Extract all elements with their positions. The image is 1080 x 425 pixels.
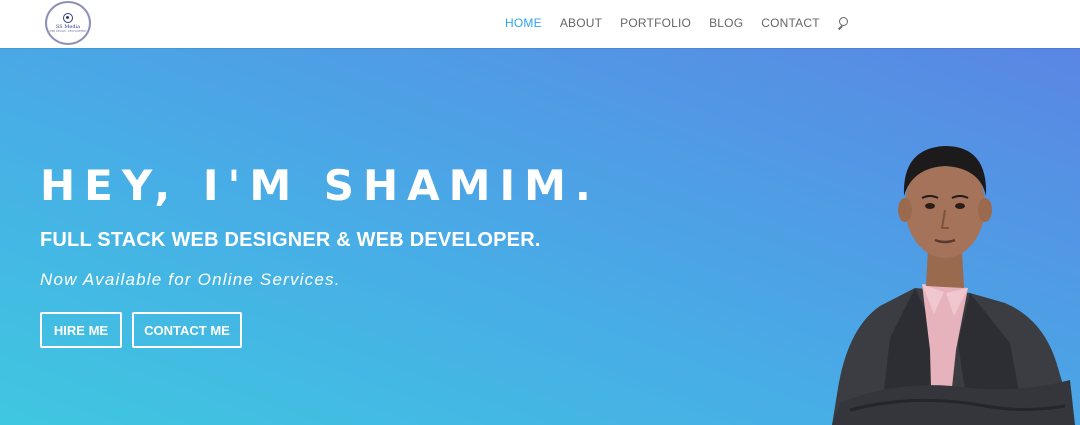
search-icon[interactable] [836,17,850,31]
nav-item-about[interactable]: ABOUT [560,16,602,30]
site-logo[interactable]: SS Media WEB DESIGN · DEVELOPMENT [45,1,91,45]
nav-item-blog[interactable]: BLOG [709,16,743,30]
portrait-image [832,146,1075,425]
hero-tagline: Now Available for Online Services. [40,270,341,289]
logo-mark-icon [63,12,73,23]
main-nav: HOME ABOUT PORTFOLIO BLOG CONTACT [505,16,850,30]
hero-section: HEY, I'M SHAMIM. FULL STACK WEB DESIGNER… [0,48,1080,425]
nav-item-home[interactable]: HOME [505,16,542,30]
hero-subtitle: FULL STACK WEB DESIGNER & WEB DEVELOPER. [40,229,541,251]
nav-item-portfolio[interactable]: PORTFOLIO [620,16,691,30]
logo-subtitle: WEB DESIGN · DEVELOPMENT [49,29,87,33]
hire-me-button[interactable]: HIRE ME [40,312,122,348]
contact-me-button[interactable]: CONTACT ME [132,312,242,348]
hero-title: HEY, I'M SHAMIM. [40,161,600,210]
site-header: SS Media WEB DESIGN · DEVELOPMENT HOME A… [0,0,1080,48]
nav-item-contact[interactable]: CONTACT [761,16,820,30]
